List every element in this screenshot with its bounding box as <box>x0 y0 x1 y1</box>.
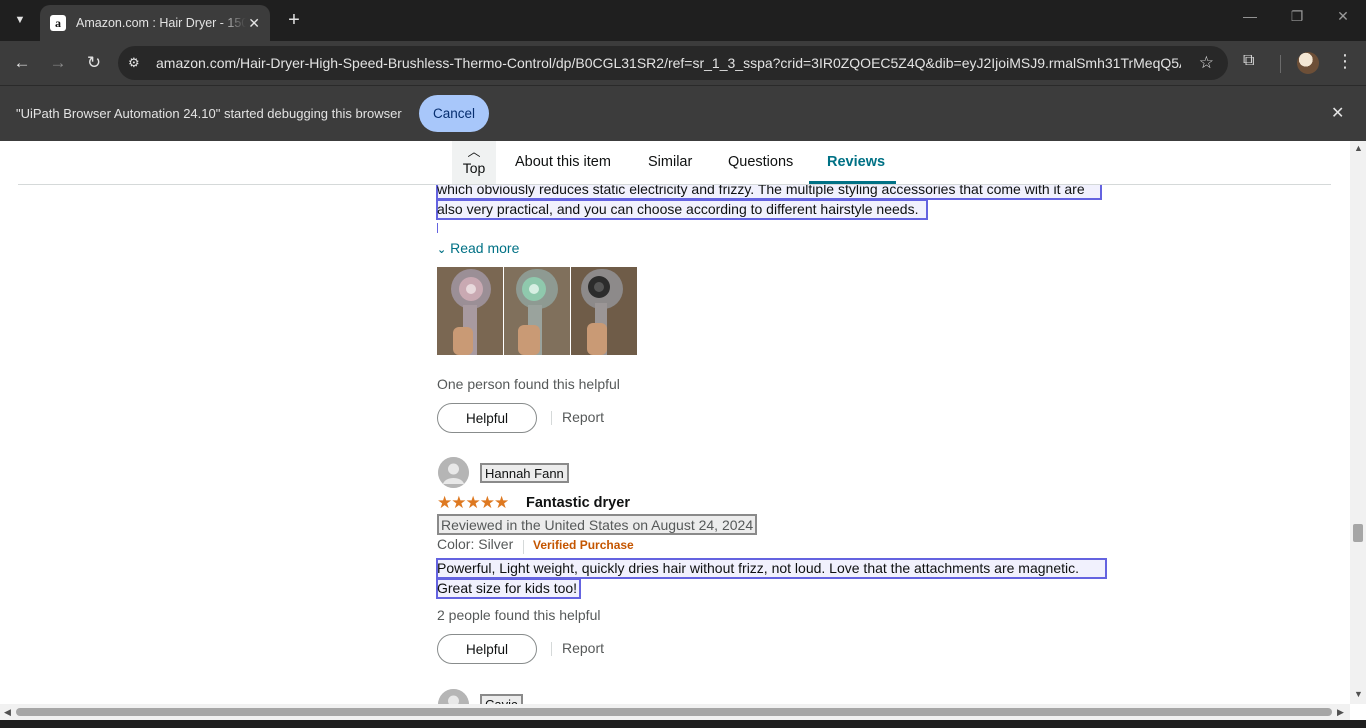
window-close-icon[interactable]: ✕ <box>1331 8 1355 25</box>
tab-search-icon[interactable]: ▼ <box>8 8 32 32</box>
nav-top-label: Top <box>462 160 486 176</box>
nav-divider <box>18 184 1331 185</box>
scroll-up-icon[interactable]: ▲ <box>1354 143 1363 153</box>
review2-report-link[interactable]: Report <box>562 640 604 656</box>
review2-helpful-count: 2 people found this helpful <box>437 607 601 623</box>
read-more-link[interactable]: ⌄ Read more <box>437 240 519 256</box>
scroll-left-icon[interactable]: ◀ <box>4 707 11 718</box>
review1-action-divider <box>551 411 552 425</box>
browser-toolbar: ← → ↻ ⚙ amazon.com/Hair-Dryer-High-Speed… <box>0 41 1366 85</box>
review2-title[interactable]: Fantastic dryer <box>526 495 630 511</box>
review2-avatar[interactable] <box>438 457 469 488</box>
back-icon[interactable]: ← <box>10 51 34 75</box>
horizontal-scrollbar[interactable]: ◀ ▶ <box>0 704 1350 720</box>
default-user-icon <box>438 457 469 488</box>
scroll-right-icon[interactable]: ▶ <box>1337 707 1344 718</box>
extensions-icon[interactable]: ⧉ <box>1243 52 1254 70</box>
horizontal-scroll-thumb[interactable] <box>16 708 1332 716</box>
infobar-cancel-button[interactable]: Cancel <box>419 95 489 132</box>
review1-highlight-tail <box>437 223 438 233</box>
tab-title: Amazon.com : Hair Dryer - 1500 <box>76 16 246 30</box>
nav-top-link[interactable]: ︿ Top <box>452 141 496 184</box>
review2-helpful-button[interactable]: Helpful <box>437 634 537 664</box>
review2-author-name[interactable]: Hannah Fann <box>480 463 569 483</box>
review1-helpful-button[interactable]: Helpful <box>437 403 537 433</box>
read-more-label: Read more <box>450 240 520 256</box>
tab-bar: ▼ a Amazon.com : Hair Dryer - 1500 ✕ + —… <box>0 0 1366 41</box>
active-tab[interactable]: a Amazon.com : Hair Dryer - 1500 ✕ <box>40 5 270 41</box>
vertical-scroll-thumb[interactable] <box>1353 524 1363 542</box>
review2-star-rating-icon[interactable]: ★★★★★ <box>437 493 509 513</box>
nav-similar[interactable]: Similar <box>648 154 692 170</box>
review1-report-link[interactable]: Report <box>562 409 604 425</box>
scroll-down-icon[interactable]: ▼ <box>1354 689 1363 699</box>
forward-icon[interactable]: → <box>46 51 70 75</box>
chevron-down-icon: ⌄ <box>437 244 447 256</box>
review2-meta-divider <box>523 540 524 554</box>
debugging-infobar: "UiPath Browser Automation 24.10" starte… <box>0 85 1366 141</box>
nav-about-item[interactable]: About this item <box>515 154 611 170</box>
review2-text-line1: Powerful, Light weight, quickly dries ha… <box>437 560 1079 576</box>
review-image-3[interactable] <box>571 267 637 355</box>
more-menu-icon[interactable]: ⋮ <box>1336 51 1354 72</box>
nav-reviews[interactable]: Reviews <box>827 154 885 170</box>
tab-close-icon[interactable]: ✕ <box>248 15 260 32</box>
review2-action-divider <box>551 642 552 656</box>
toolbar-divider <box>1280 55 1281 73</box>
profile-avatar-icon[interactable] <box>1297 52 1319 74</box>
restore-icon[interactable]: ❐ <box>1285 8 1309 25</box>
window-bottom-edge <box>0 720 1366 728</box>
review2-text-line2: Great size for kids too! <box>437 580 578 596</box>
review3-avatar[interactable] <box>438 689 469 704</box>
url-text[interactable]: amazon.com/Hair-Dryer-High-Speed-Brushle… <box>156 55 1181 71</box>
page-viewport: ︿ Top About this item Similar Questions … <box>0 141 1350 704</box>
review1-helpful-count: One person found this helpful <box>437 376 620 392</box>
reload-icon[interactable]: ↻ <box>82 51 106 75</box>
review-image-2[interactable] <box>504 267 570 355</box>
vertical-scrollbar[interactable]: ▲ ▼ <box>1350 141 1366 704</box>
review-image-1[interactable] <box>437 267 503 355</box>
address-bar[interactable]: ⚙ amazon.com/Hair-Dryer-High-Speed-Brush… <box>118 46 1228 80</box>
amazon-favicon-icon: a <box>50 15 66 31</box>
minimize-icon[interactable]: — <box>1238 8 1262 24</box>
chevron-up-icon: ︿ <box>467 144 481 159</box>
site-info-icon[interactable]: ⚙ <box>128 55 150 71</box>
new-tab-icon[interactable]: + <box>282 8 306 32</box>
review3-author-name[interactable]: Cavic <box>480 694 523 704</box>
product-sticky-nav: ︿ Top About this item Similar Questions … <box>0 141 1350 185</box>
bookmark-star-icon[interactable]: ☆ <box>1199 53 1214 73</box>
default-user-icon <box>438 689 469 704</box>
review2-date: Reviewed in the United States on August … <box>437 514 758 535</box>
infobar-message: "UiPath Browser Automation 24.10" starte… <box>16 106 402 121</box>
review1-text-line2: also very practical, and you can choose … <box>437 201 919 217</box>
nav-questions[interactable]: Questions <box>728 154 793 170</box>
verified-purchase-badge[interactable]: Verified Purchase <box>533 538 634 552</box>
infobar-close-icon[interactable]: ✕ <box>1331 103 1344 123</box>
review2-color: Color: Silver <box>437 536 514 552</box>
